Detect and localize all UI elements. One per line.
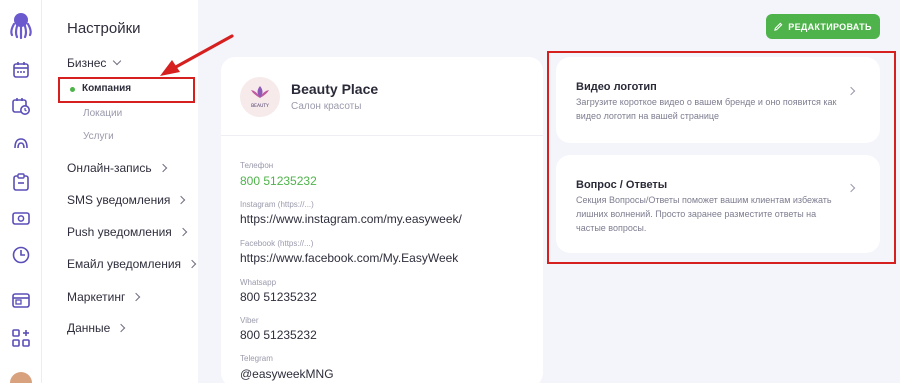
- card-divider: [221, 135, 543, 136]
- company-card: BEAUTY Beauty Place Салон красоты Телефо…: [221, 57, 543, 383]
- nav-item-business[interactable]: Бизнес: [67, 56, 122, 70]
- phone-value[interactable]: 800 51235232: [240, 174, 317, 188]
- facebook-value[interactable]: https://www.facebook.com/My.EasyWeek: [240, 251, 458, 265]
- nav-item-email[interactable]: Емайл уведомления: [67, 257, 197, 271]
- nav-item-push-label: Push уведомления: [67, 225, 172, 239]
- telegram-label: Telegram: [240, 354, 273, 363]
- sub-item-services[interactable]: Услуги: [83, 131, 114, 142]
- nav-item-data-label: Данные: [67, 321, 111, 335]
- chevron-right-icon: [177, 195, 186, 205]
- nav-item-email-label: Емайл уведомления: [67, 257, 182, 271]
- nav-item-marketing-label: Маркетинг: [67, 290, 126, 304]
- sub-item-company-label: Компания: [82, 83, 132, 94]
- nav-item-sms-label: SMS уведомления: [67, 193, 171, 207]
- edit-button[interactable]: РЕДАКТИРОВАТЬ: [766, 14, 880, 39]
- nav-item-push[interactable]: Push уведомления: [67, 225, 188, 239]
- facebook-label: Facebook (https://...): [240, 239, 314, 248]
- clock-icon[interactable]: [11, 245, 31, 265]
- nav-item-marketing[interactable]: Маркетинг: [67, 290, 141, 304]
- settings-title: Настройки: [67, 20, 141, 37]
- beauty-logo-icon: BEAUTY: [251, 86, 269, 109]
- viber-label: Viber: [240, 316, 259, 325]
- nav-item-sms[interactable]: SMS уведомления: [67, 193, 186, 207]
- sub-item-locations[interactable]: Локации: [83, 108, 122, 119]
- cash-icon[interactable]: [11, 208, 31, 228]
- whatsapp-value[interactable]: 800 51235232: [240, 290, 317, 304]
- chevron-down-icon: [113, 56, 122, 66]
- chevron-right-icon: [132, 292, 141, 302]
- icon-rail: [0, 0, 42, 383]
- pencil-icon: [774, 22, 783, 31]
- active-dot-icon: [70, 87, 75, 92]
- sub-item-company[interactable]: Компания: [58, 77, 195, 103]
- octopus-logo-icon[interactable]: [7, 11, 35, 39]
- clients-icon[interactable]: [11, 133, 31, 153]
- telegram-value[interactable]: @easyweekMNG: [240, 367, 334, 381]
- browser-window-icon[interactable]: [11, 290, 31, 310]
- apps-add-icon[interactable]: [11, 328, 31, 348]
- company-logo: BEAUTY: [240, 77, 280, 117]
- edit-button-label: РЕДАКТИРОВАТЬ: [788, 21, 872, 32]
- chevron-right-icon: [158, 163, 167, 173]
- chevron-right-icon: [178, 227, 188, 237]
- viber-value[interactable]: 800 51235232: [240, 328, 317, 342]
- whatsapp-label: Whatsapp: [240, 278, 277, 287]
- nav-item-business-label: Бизнес: [67, 56, 107, 70]
- company-type: Салон красоты: [291, 101, 362, 112]
- nav-item-online-booking[interactable]: Онлайн-запись: [67, 161, 167, 175]
- nav-item-online-booking-label: Онлайн-запись: [67, 161, 152, 175]
- calendar-icon[interactable]: [11, 60, 31, 80]
- chevron-right-icon: [187, 259, 197, 269]
- avatar[interactable]: [10, 372, 32, 383]
- highlight-box: [547, 51, 896, 264]
- phone-label: Телефон: [240, 161, 274, 170]
- calendar-clock-icon[interactable]: [11, 96, 31, 116]
- instagram-value[interactable]: https://www.instagram.com/my.easyweek/: [240, 212, 462, 226]
- chevron-right-icon: [117, 323, 126, 333]
- company-name: Beauty Place: [291, 81, 379, 97]
- clipboard-icon[interactable]: [11, 172, 31, 192]
- nav-item-data[interactable]: Данные: [67, 321, 126, 335]
- instagram-label: Instagram (https://...): [240, 200, 314, 209]
- company-logo-text: BEAUTY: [251, 103, 269, 109]
